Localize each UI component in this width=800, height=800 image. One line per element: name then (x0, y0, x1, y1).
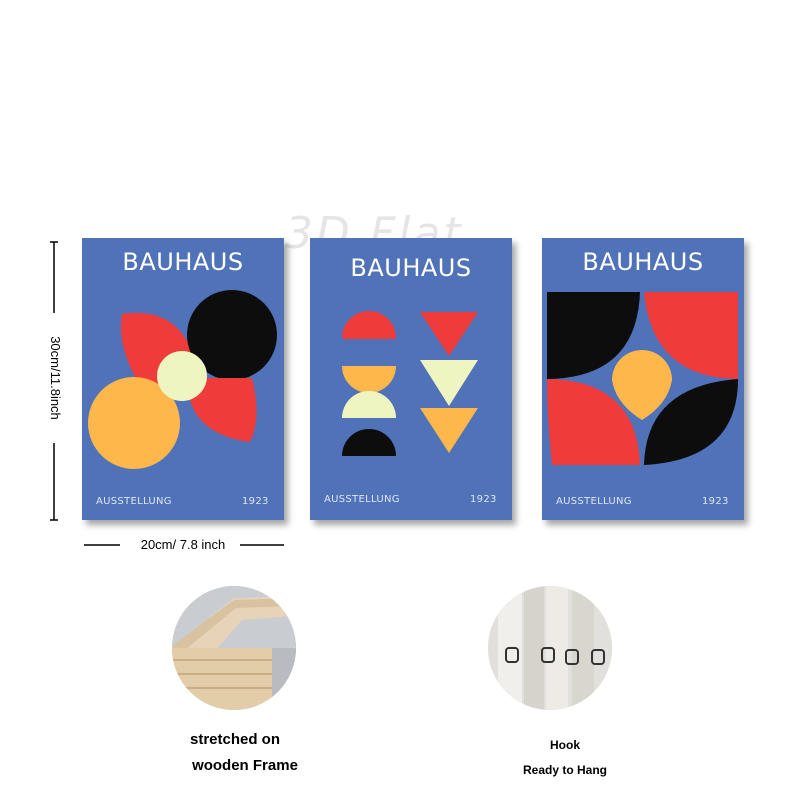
cream-semicircle (342, 391, 396, 418)
poster-year: 1923 (702, 496, 729, 507)
black-semicircle (342, 429, 396, 456)
height-label: 30cm/11.8inch (48, 336, 63, 420)
poster-panel-3: BAUHAUS AUSSTELLUNG 1923 (542, 238, 744, 520)
poster-footer-text: AUSSTELLUNG (324, 494, 400, 505)
poster-panel-1: BAUHAUS AUSSTELLUNG 1923 (82, 238, 284, 520)
wooden-frame-photo (172, 586, 296, 710)
yellow-semicircle (342, 366, 396, 393)
width-label: 20cm/ 7.8 inch (140, 537, 226, 552)
poster-3-graphic (547, 292, 738, 465)
poster-title: BAUHAUS (350, 254, 472, 282)
hook-image (488, 586, 612, 710)
hook-caption-line-1: Hook (550, 738, 580, 752)
poster-year: 1923 (242, 496, 269, 507)
poster-1-graphic (88, 290, 277, 469)
poster-footer-text: AUSSTELLUNG (96, 496, 172, 507)
poster-year: 1923 (470, 494, 497, 505)
poster-panel-2: BAUHAUS AUSSTELLUNG 1923 (310, 238, 512, 520)
hook-caption-line-2: Ready to Hang (522, 763, 607, 777)
red-triangle (420, 312, 478, 356)
wooden-frame-image (172, 586, 296, 710)
poster-title: BAUHAUS (122, 248, 244, 276)
poster-footer-text: AUSSTELLUNG (556, 496, 632, 507)
cream-circle (157, 351, 207, 401)
cream-triangle (420, 360, 478, 406)
poster-title: BAUHAUS (582, 248, 704, 276)
frame-caption-line-1: stretched on (189, 731, 280, 748)
frame-caption-line-2: wooden Frame (192, 757, 298, 774)
yellow-triangle (420, 408, 478, 453)
hook-photo (488, 586, 612, 710)
